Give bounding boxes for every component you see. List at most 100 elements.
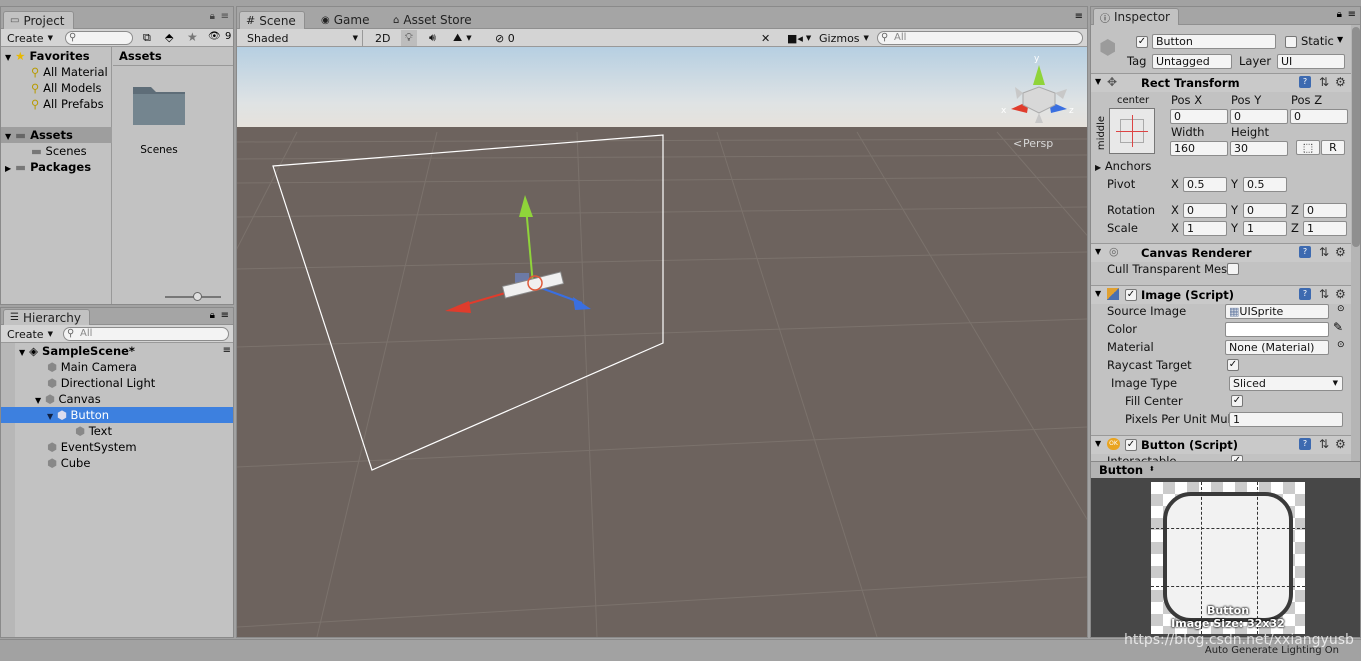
hidden-objects-toggle[interactable]: ⊘ 0 [491, 30, 519, 46]
raw-edit-button[interactable]: R [1321, 140, 1345, 155]
menu-icon[interactable]: ≡ [1075, 11, 1083, 22]
rotation-z-field[interactable]: 0 [1303, 203, 1347, 218]
help-icon[interactable]: ? [1299, 246, 1311, 258]
scale-y-field[interactable]: 1 [1243, 221, 1287, 236]
shading-mode-dropdown[interactable]: Shaded ▼ [243, 30, 363, 46]
favorite-star-icon[interactable]: ★ [187, 30, 198, 44]
button-component-header[interactable]: ▼ OK ✓ Button (Script) ? ⇅ ⚙ [1091, 435, 1351, 454]
eyedropper-icon[interactable]: ✎ [1333, 320, 1343, 334]
favorite-item[interactable]: ⚲ All Models [31, 80, 102, 96]
scrollbar-thumb[interactable] [1352, 27, 1360, 247]
pos-y-field[interactable]: 0 [1230, 109, 1288, 124]
tab-scene[interactable]: # Scene [239, 11, 305, 29]
menu-icon[interactable]: ≡ [221, 310, 229, 321]
menu-icon[interactable]: ≡ [221, 11, 229, 22]
favorite-item[interactable]: ⚲ All Material [31, 64, 108, 80]
create-dropdown[interactable]: Create ▼ [3, 30, 57, 46]
audio-toggle[interactable]: 🔊︎ [425, 30, 440, 46]
blueprint-mode-button[interactable]: ⬚ [1296, 140, 1320, 155]
object-picker-icon[interactable]: ⊙ [1337, 304, 1345, 314]
image-component-header[interactable]: ▼ ✓ Image (Script) ? ⇅ ⚙ [1091, 285, 1351, 304]
color-swatch[interactable] [1225, 322, 1329, 337]
button-enabled-checkbox[interactable]: ✓ [1125, 439, 1137, 451]
scene-viewport[interactable]: y x z < Persp [237, 47, 1087, 637]
object-name-field[interactable]: Button [1152, 34, 1276, 49]
preset-icon[interactable]: ⇅ [1319, 287, 1329, 301]
gear-icon[interactable]: ⚙ [1335, 245, 1346, 259]
fill-center-checkbox[interactable]: ✓ [1231, 395, 1243, 407]
gear-icon[interactable]: ⚙ [1335, 75, 1346, 89]
cull-transparent-checkbox[interactable] [1227, 263, 1239, 275]
hierarchy-item[interactable]: ⬢ Cube [47, 455, 90, 471]
breadcrumb[interactable]: Assets [119, 48, 162, 64]
scene-root[interactable]: ▼ ◈ SampleScene* ≡ [19, 343, 233, 359]
hierarchy-item-selected[interactable]: ▼ ⬢ Button [1, 407, 233, 423]
camera-dropdown[interactable]: ■◂ ▼ [783, 30, 815, 46]
folder-asset[interactable]: Scenes [129, 79, 193, 159]
active-checkbox[interactable]: ✓ [1136, 36, 1148, 48]
tab-project[interactable]: ▭ Project [3, 11, 74, 29]
anchor-preset-button[interactable] [1109, 108, 1155, 154]
rotation-y-field[interactable]: 0 [1243, 203, 1287, 218]
tree-scenes[interactable]: ▬ Scenes [31, 143, 87, 159]
gear-icon[interactable]: ⚙ [1335, 437, 1346, 451]
create-dropdown[interactable]: Create ▼ [3, 326, 57, 342]
gizmos-dropdown[interactable]: Gizmos ▼ [815, 30, 873, 46]
help-icon[interactable]: ? [1299, 438, 1311, 450]
lock-icon[interactable]: 🔒︎ [210, 310, 215, 321]
tree-favorites[interactable]: ▼ ★ Favorites [5, 48, 90, 64]
project-search-input[interactable]: ⚲ [65, 31, 133, 45]
height-field[interactable]: 30 [1230, 141, 1288, 156]
source-image-field[interactable]: ▦UISprite [1225, 304, 1329, 319]
tree-packages[interactable]: ▶ ▬ Packages [5, 159, 91, 175]
rect-transform-header[interactable]: ▼ ✥ Rect Transform ? ⇅ ⚙ [1091, 73, 1351, 92]
tag-dropdown[interactable]: Untagged [1152, 54, 1232, 69]
hierarchy-item[interactable]: ▼ ⬢ Canvas [35, 391, 101, 407]
menu-icon[interactable]: ≡ [1348, 9, 1356, 20]
lock-icon[interactable]: 🔒︎ [210, 11, 215, 22]
image-type-dropdown[interactable]: Sliced ▼ [1229, 376, 1343, 391]
canvas-renderer-header[interactable]: ▼ ◎ Canvas Renderer ? ⇅ ⚙ [1091, 243, 1351, 262]
effects-dropdown[interactable]: ⛰︎ ▼ [449, 30, 476, 46]
image-enabled-checkbox[interactable]: ✓ [1125, 289, 1137, 301]
pixels-per-unit-field[interactable]: 1 [1229, 412, 1343, 427]
persp-label[interactable]: Persp [1023, 137, 1053, 150]
anchors-foldout[interactable]: ▶ Anchors [1095, 158, 1151, 176]
scale-x-field[interactable]: 1 [1183, 221, 1227, 236]
pivot-x-field[interactable]: 0.5 [1183, 177, 1227, 192]
scale-z-field[interactable]: 1 [1303, 221, 1347, 236]
layer-dropdown[interactable]: UI [1277, 54, 1345, 69]
filter-type-icon[interactable]: ⧉ [143, 31, 151, 45]
scene-search-input[interactable]: ⚲ All [877, 31, 1083, 45]
object-picker-icon[interactable]: ⊙ [1337, 340, 1345, 350]
gear-icon[interactable]: ⚙ [1335, 287, 1346, 301]
zoom-slider-thumb[interactable] [193, 292, 202, 301]
hierarchy-item[interactable]: ⬢ EventSystem [47, 439, 137, 455]
lock-icon[interactable]: 🔒︎ [1337, 9, 1342, 20]
hierarchy-item[interactable]: ⬢ Main Camera [47, 359, 137, 375]
hierarchy-search-input[interactable]: ⚲ All [63, 327, 229, 341]
2d-toggle[interactable]: 2D [371, 30, 394, 46]
help-icon[interactable]: ? [1299, 76, 1311, 88]
width-field[interactable]: 160 [1170, 141, 1228, 156]
inspector-scrollbar[interactable] [1351, 25, 1360, 461]
tab-hierarchy[interactable]: ☰ Hierarchy [3, 309, 90, 325]
dropdown-arrow-icon[interactable]: ▼ [1337, 35, 1343, 44]
raycast-target-checkbox[interactable]: ✓ [1227, 359, 1239, 371]
pos-z-field[interactable]: 0 [1290, 109, 1348, 124]
filter-label-icon[interactable]: ⬘ [165, 31, 173, 44]
pos-x-field[interactable]: 0 [1170, 109, 1228, 124]
tab-game[interactable]: ◉ Game [315, 11, 377, 29]
help-icon[interactable]: ? [1299, 288, 1311, 300]
hierarchy-item[interactable]: ⬢ Text [75, 423, 112, 439]
preset-icon[interactable]: ⇅ [1319, 245, 1329, 259]
tree-assets[interactable]: ▼ ▬ Assets [1, 127, 112, 143]
pivot-y-field[interactable]: 0.5 [1243, 177, 1287, 192]
hierarchy-item[interactable]: ⬢ Directional Light [47, 375, 155, 391]
preview-header[interactable]: Button ⬍ [1091, 461, 1360, 478]
menu-icon[interactable]: ≡ [223, 343, 231, 359]
static-checkbox[interactable] [1285, 36, 1297, 48]
rotation-x-field[interactable]: 0 [1183, 203, 1227, 218]
tools-button[interactable]: ✕ [757, 30, 774, 46]
preset-icon[interactable]: ⇅ [1319, 75, 1329, 89]
